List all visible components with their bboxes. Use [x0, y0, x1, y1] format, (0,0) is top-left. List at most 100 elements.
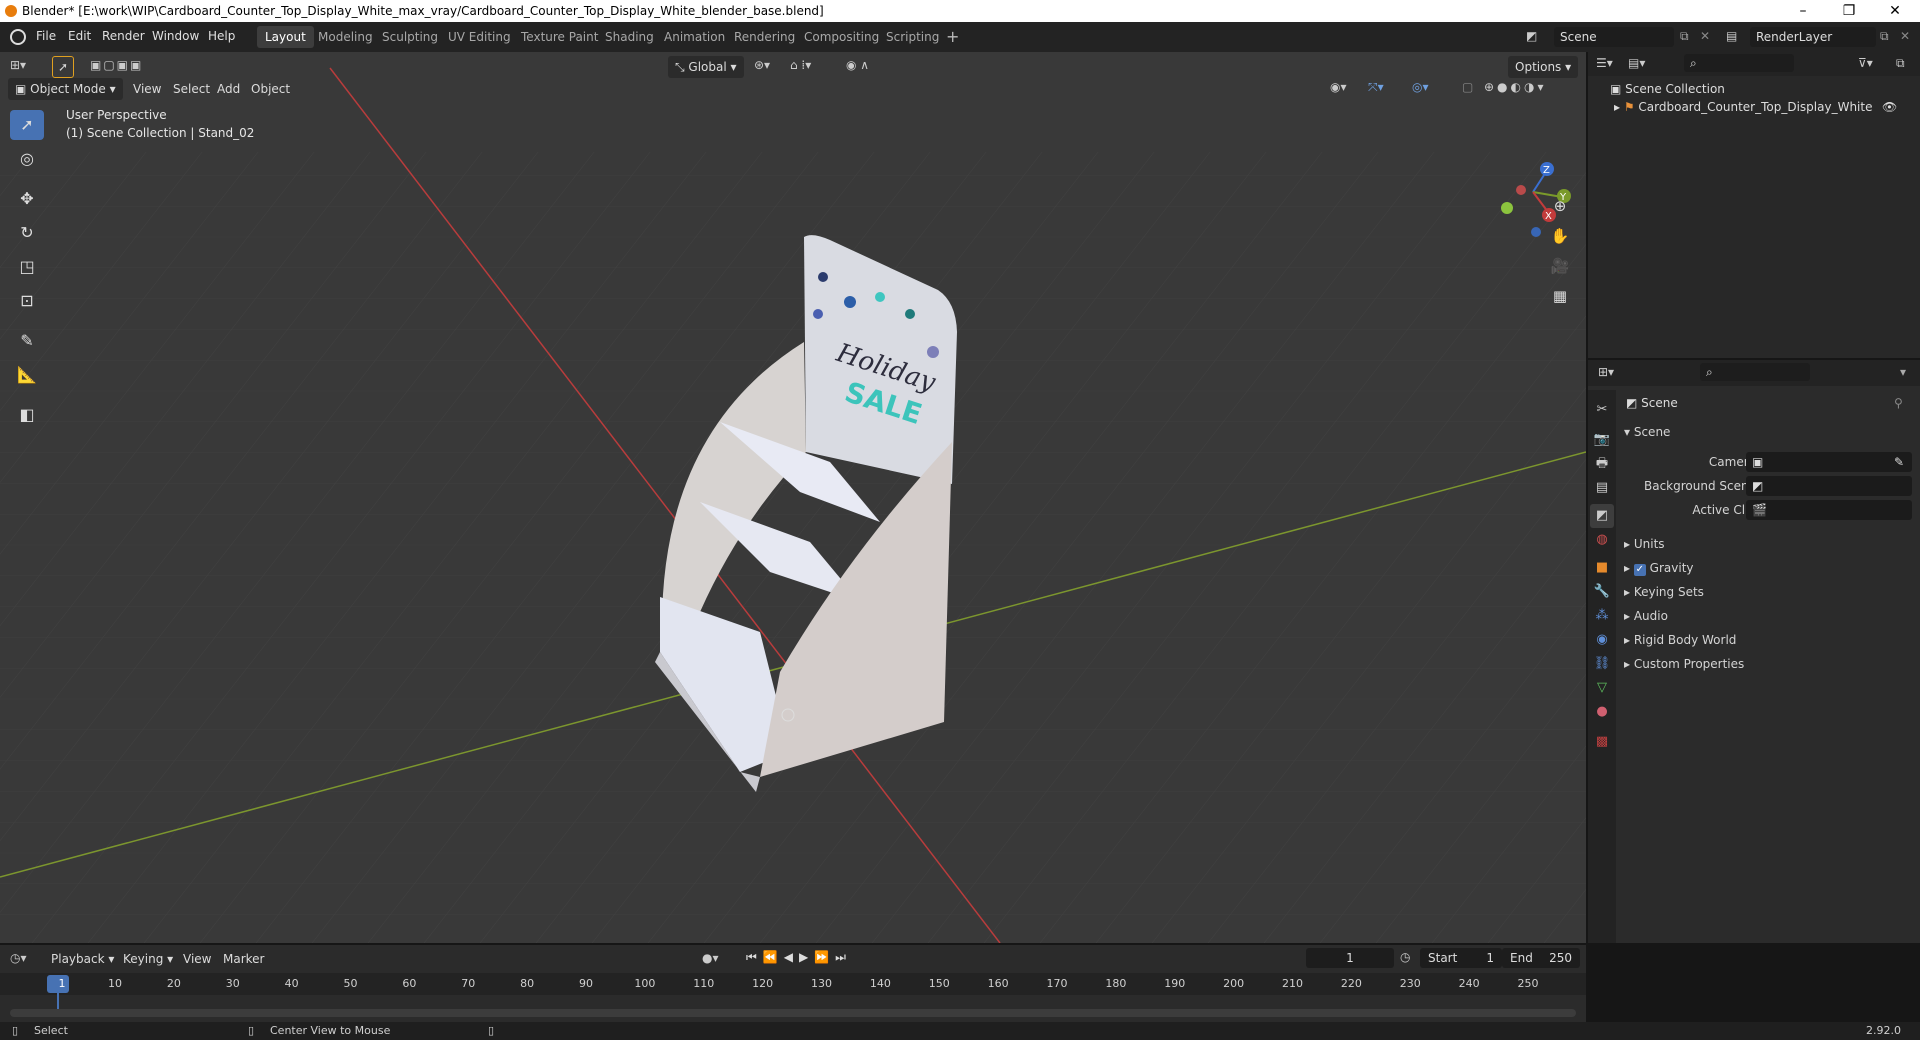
render-tab-icon[interactable]: 📷: [1590, 428, 1614, 452]
renderlayer-icon[interactable]: ▤: [1726, 29, 1737, 43]
transform-orientation-dropdown[interactable]: ⤡ Global ▾: [668, 56, 744, 78]
tab-uv-editing[interactable]: UV Editing: [440, 26, 519, 48]
scene-panel-header[interactable]: ▾ Scene: [1624, 422, 1670, 442]
outliner-row-scene-collection[interactable]: ▣ Scene Collection: [1610, 82, 1725, 96]
xray-icon[interactable]: ▢: [1462, 80, 1473, 94]
tab-compositing[interactable]: Compositing: [796, 26, 887, 48]
blender-menu-icon[interactable]: [10, 29, 26, 45]
editor-type-icon[interactable]: ⊞▾: [10, 58, 26, 72]
pan-hand-icon[interactable]: ✋: [1546, 222, 1574, 250]
object-tab-icon[interactable]: ■: [1590, 556, 1614, 580]
transform-tool[interactable]: ⊡: [10, 286, 44, 316]
menu-window[interactable]: Window: [152, 29, 199, 43]
section-custom-properties[interactable]: ▸ Custom Properties: [1624, 654, 1744, 674]
section-keying-sets[interactable]: ▸ Keying Sets: [1624, 582, 1704, 602]
modifiers-tab-icon[interactable]: 🔧: [1590, 580, 1614, 604]
tab-rendering[interactable]: Rendering: [726, 26, 803, 48]
end-frame-field[interactable]: End 250: [1502, 948, 1580, 968]
tab-modeling[interactable]: Modeling: [310, 26, 381, 48]
viewport-canvas[interactable]: Holiday SALE Z Y X: [0, 52, 1586, 943]
remove-scene-icon[interactable]: ✕: [1700, 29, 1710, 43]
ortho-grid-icon[interactable]: ▦: [1546, 282, 1574, 310]
snap-icon[interactable]: ⌂ ⁞▾: [790, 58, 811, 72]
gizmo-toggle-icon[interactable]: ⤧▾: [1368, 80, 1384, 95]
timeline-menu-keying[interactable]: Keying ▾: [116, 948, 180, 970]
new-collection-icon[interactable]: ⧉: [1896, 56, 1905, 71]
tab-scripting[interactable]: Scripting: [878, 26, 947, 48]
section-rigid-body-world[interactable]: ▸ Rigid Body World: [1624, 630, 1736, 650]
rotate-tool[interactable]: ↻: [10, 218, 44, 248]
viewport-menu-view[interactable]: View: [126, 78, 168, 100]
texture-tab-icon[interactable]: ▩: [1590, 730, 1614, 754]
timeline-editor-icon[interactable]: ◷▾: [10, 951, 27, 965]
eye-icon[interactable]: 👁: [1882, 100, 1897, 114]
renderlayer-field[interactable]: RenderLayer: [1750, 27, 1876, 47]
scale-tool[interactable]: ◳: [10, 252, 44, 282]
options-dropdown[interactable]: Options ▾: [1508, 56, 1579, 78]
properties-editor-icon[interactable]: ⊞▾: [1598, 365, 1614, 379]
filter-icon[interactable]: ⊽▾: [1858, 56, 1873, 70]
shading-mode-icons[interactable]: ⊕●◐◑▾: [1484, 80, 1547, 94]
maximize-button[interactable]: ❐: [1826, 0, 1872, 22]
menu-file[interactable]: File: [36, 29, 56, 43]
tab-layout[interactable]: Layout: [257, 26, 314, 48]
current-frame-field[interactable]: 1: [1306, 948, 1394, 968]
auto-keying-icon[interactable]: ●▾: [702, 951, 719, 965]
material-tab-icon[interactable]: ●: [1590, 700, 1614, 724]
tool-tab-icon[interactable]: ✂: [1590, 398, 1614, 422]
remove-renderlayer-icon[interactable]: ✕: [1900, 29, 1910, 43]
playback-controls[interactable]: ⏮⏪◀▶⏩⏭: [746, 950, 852, 965]
section-units[interactable]: ▸ Units: [1624, 534, 1665, 554]
display-mode-icon[interactable]: ▤▾: [1628, 56, 1645, 70]
camera-view-icon[interactable]: 🎥: [1546, 252, 1574, 280]
menu-help[interactable]: Help: [208, 29, 235, 43]
tab-texture-paint[interactable]: Texture Paint: [513, 26, 606, 48]
gravity-checkbox[interactable]: ✓: [1633, 564, 1646, 576]
clock-icon[interactable]: ◷: [1400, 950, 1410, 964]
pin-icon[interactable]: ⚲: [1894, 396, 1903, 410]
menu-render[interactable]: Render: [102, 29, 145, 43]
properties-search-input[interactable]: ⌕: [1700, 363, 1810, 381]
scene-icon[interactable]: ◩: [1526, 29, 1537, 43]
overlay-toggle-icon[interactable]: ◎▾: [1412, 80, 1429, 94]
add-cube-tool[interactable]: ◧: [10, 400, 44, 430]
close-button[interactable]: ✕: [1872, 0, 1918, 22]
timeline-menu-view[interactable]: View: [176, 948, 218, 970]
particles-tab-icon[interactable]: ⁂: [1590, 604, 1614, 628]
outliner-search-input[interactable]: ⌕: [1684, 54, 1794, 72]
output-tab-icon[interactable]: 🖶: [1590, 452, 1614, 476]
select-box-tool[interactable]: ➚: [10, 110, 44, 140]
cursor-tool[interactable]: ◎: [10, 144, 44, 174]
pivot-icon[interactable]: ⊛▾: [754, 58, 770, 72]
outliner-row-object[interactable]: ▸ ⚑ Cardboard_Counter_Top_Display_White 👁: [1614, 100, 1914, 114]
timeline-scrollbar[interactable]: [10, 1009, 1576, 1017]
world-tab-icon[interactable]: ◍: [1590, 528, 1614, 552]
timeline-menu-playback[interactable]: Playback ▾: [44, 948, 121, 970]
annotate-tool[interactable]: ✎: [10, 326, 44, 356]
section-audio[interactable]: ▸ Audio: [1624, 606, 1668, 626]
properties-options-icon[interactable]: ▾: [1900, 365, 1906, 379]
constraints-tab-icon[interactable]: ⛓: [1590, 652, 1614, 676]
eyedropper-icon[interactable]: ✎: [1894, 452, 1904, 472]
add-workspace-icon[interactable]: +: [946, 27, 959, 46]
move-tool[interactable]: ✥: [10, 184, 44, 214]
start-frame-field[interactable]: Start 1: [1420, 948, 1502, 968]
viewport-menu-object[interactable]: Object: [244, 78, 297, 100]
outliner-editor-icon[interactable]: ☰▾: [1596, 56, 1613, 70]
new-renderlayer-icon[interactable]: ⧉: [1880, 29, 1889, 44]
scene-field[interactable]: Scene: [1554, 27, 1674, 47]
proportional-editing-icon[interactable]: ◉ ∧: [846, 58, 869, 72]
tab-shading[interactable]: Shading: [597, 26, 662, 48]
mode-dropdown[interactable]: ▣ Object Mode ▾: [8, 78, 123, 100]
new-scene-icon[interactable]: ⧉: [1680, 29, 1689, 44]
menu-edit[interactable]: Edit: [68, 29, 91, 43]
viewport-menu-add[interactable]: Add: [210, 78, 247, 100]
data-tab-icon[interactable]: ▽: [1590, 676, 1614, 700]
tab-animation[interactable]: Animation: [656, 26, 733, 48]
scene-tab-icon[interactable]: ◩: [1590, 504, 1614, 528]
timeline-menu-marker[interactable]: Marker: [216, 948, 271, 970]
view-layer-tab-icon[interactable]: ▤: [1590, 476, 1614, 500]
selection-mode-icons[interactable]: ▣▢▣▣: [90, 58, 143, 72]
camera-field[interactable]: ▣ ✎: [1746, 452, 1912, 472]
zoom-icon[interactable]: ⊕: [1546, 192, 1574, 220]
